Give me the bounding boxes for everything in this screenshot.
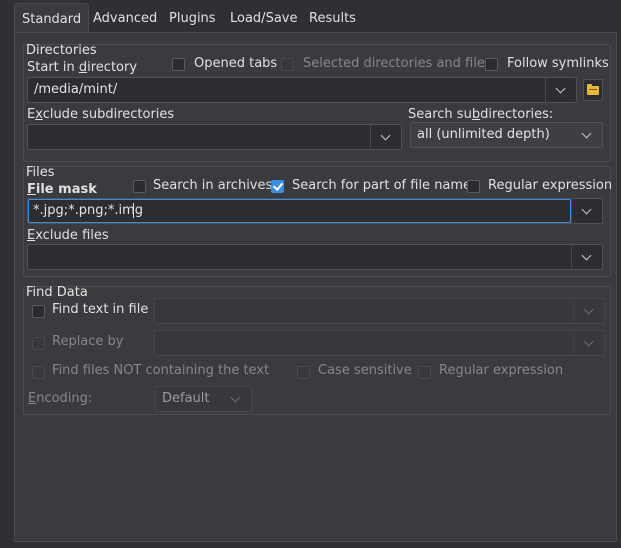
case-sensitive-label: Case sensitive — [318, 363, 412, 378]
opened-tabs-label: Opened tabs — [194, 56, 278, 71]
follow-symlinks-label: Follow symlinks — [507, 56, 609, 71]
search-subdirectories-label: Search subdirectories: — [408, 107, 554, 122]
directories-group: Directories Start in directory Opened ta… — [23, 43, 611, 162]
not-containing-label: Find files NOT containing the text — [52, 363, 270, 378]
chevron-down-icon[interactable] — [221, 387, 251, 411]
find-data-title: Find Data — [26, 285, 88, 300]
exclude-subdirectories-combo[interactable] — [27, 124, 402, 150]
replace-by-combo[interactable] — [154, 330, 605, 356]
opened-tabs-checkbox[interactable] — [172, 58, 185, 71]
chevron-down-icon[interactable] — [545, 78, 576, 102]
folder-icon — [587, 84, 599, 95]
exclude-files-combo[interactable] — [27, 244, 603, 270]
exclude-subdirectories-label: Exclude subdirectories — [27, 107, 175, 122]
regex-files-checkbox[interactable] — [467, 180, 480, 193]
standard-panel: Directories Start in directory Opened ta… — [14, 32, 617, 542]
regex-find-label: Regular expression — [439, 363, 564, 378]
chevron-down-icon[interactable] — [571, 245, 602, 269]
case-sensitive-checkbox[interactable] — [297, 366, 310, 379]
find-text-combo[interactable] — [154, 298, 605, 324]
tab-load-save[interactable]: Load/Save — [223, 6, 304, 32]
text-caret — [133, 203, 134, 218]
encoding-combo[interactable]: Default — [155, 386, 252, 412]
search-part-filename-label: Search for part of file name — [292, 178, 472, 193]
search-in-archives-label: Search in archives — [153, 178, 273, 193]
file-mask-combo[interactable]: *.jpg;*.png;*.img — [27, 198, 603, 224]
regex-files-label: Regular expression — [488, 178, 613, 193]
search-subdirectories-value: all (unlimited depth) — [417, 127, 550, 142]
find-text-label: Find text in file — [52, 302, 149, 317]
exclude-files-label: Exclude files — [27, 228, 109, 243]
files-title: Files — [26, 165, 55, 180]
file-mask-value: *.jpg;*.png;*.img — [33, 203, 144, 218]
directories-title: Directories — [26, 43, 97, 58]
start-directory-combo[interactable]: /media/mint/ — [27, 77, 577, 103]
follow-symlinks-checkbox[interactable] — [485, 58, 498, 71]
tab-plugins[interactable]: Plugins — [162, 6, 223, 32]
tab-results[interactable]: Results — [302, 6, 363, 32]
selected-dirs-label: Selected directories and files — [303, 56, 492, 71]
replace-by-checkbox[interactable] — [32, 337, 45, 350]
search-in-archives-checkbox[interactable] — [133, 180, 146, 193]
start-directory-value: /media/mint/ — [34, 82, 118, 97]
regex-find-checkbox[interactable] — [418, 366, 431, 379]
chevron-down-icon[interactable] — [573, 299, 604, 323]
start-directory-label: Start in directory — [27, 60, 138, 75]
chevron-down-icon[interactable] — [572, 123, 602, 147]
chevron-down-icon[interactable] — [571, 199, 602, 223]
not-containing-checkbox[interactable] — [32, 366, 45, 379]
tab-advanced[interactable]: Advanced — [86, 6, 164, 32]
find-text-checkbox[interactable] — [32, 305, 45, 318]
chevron-down-icon[interactable] — [370, 125, 401, 149]
tab-standard[interactable]: Standard — [14, 3, 90, 34]
search-part-filename-checkbox[interactable] — [271, 180, 284, 193]
encoding-label: Encoding: — [28, 391, 93, 406]
tab-bar: Standard Advanced Plugins Load/Save Resu… — [0, 0, 621, 34]
replace-by-label: Replace by — [52, 334, 124, 349]
file-mask-label: File mask — [27, 182, 97, 197]
files-group: Files File mask Search in archives Searc… — [23, 165, 613, 277]
encoding-value: Default — [162, 391, 210, 406]
find-data-group: Find Data Find text in file Replace by F… — [23, 285, 611, 415]
selected-dirs-checkbox[interactable] — [281, 58, 294, 71]
browse-folder-button[interactable] — [583, 79, 603, 101]
search-subdirectories-combo[interactable]: all (unlimited depth) — [410, 122, 603, 148]
chevron-down-icon[interactable] — [573, 331, 604, 355]
